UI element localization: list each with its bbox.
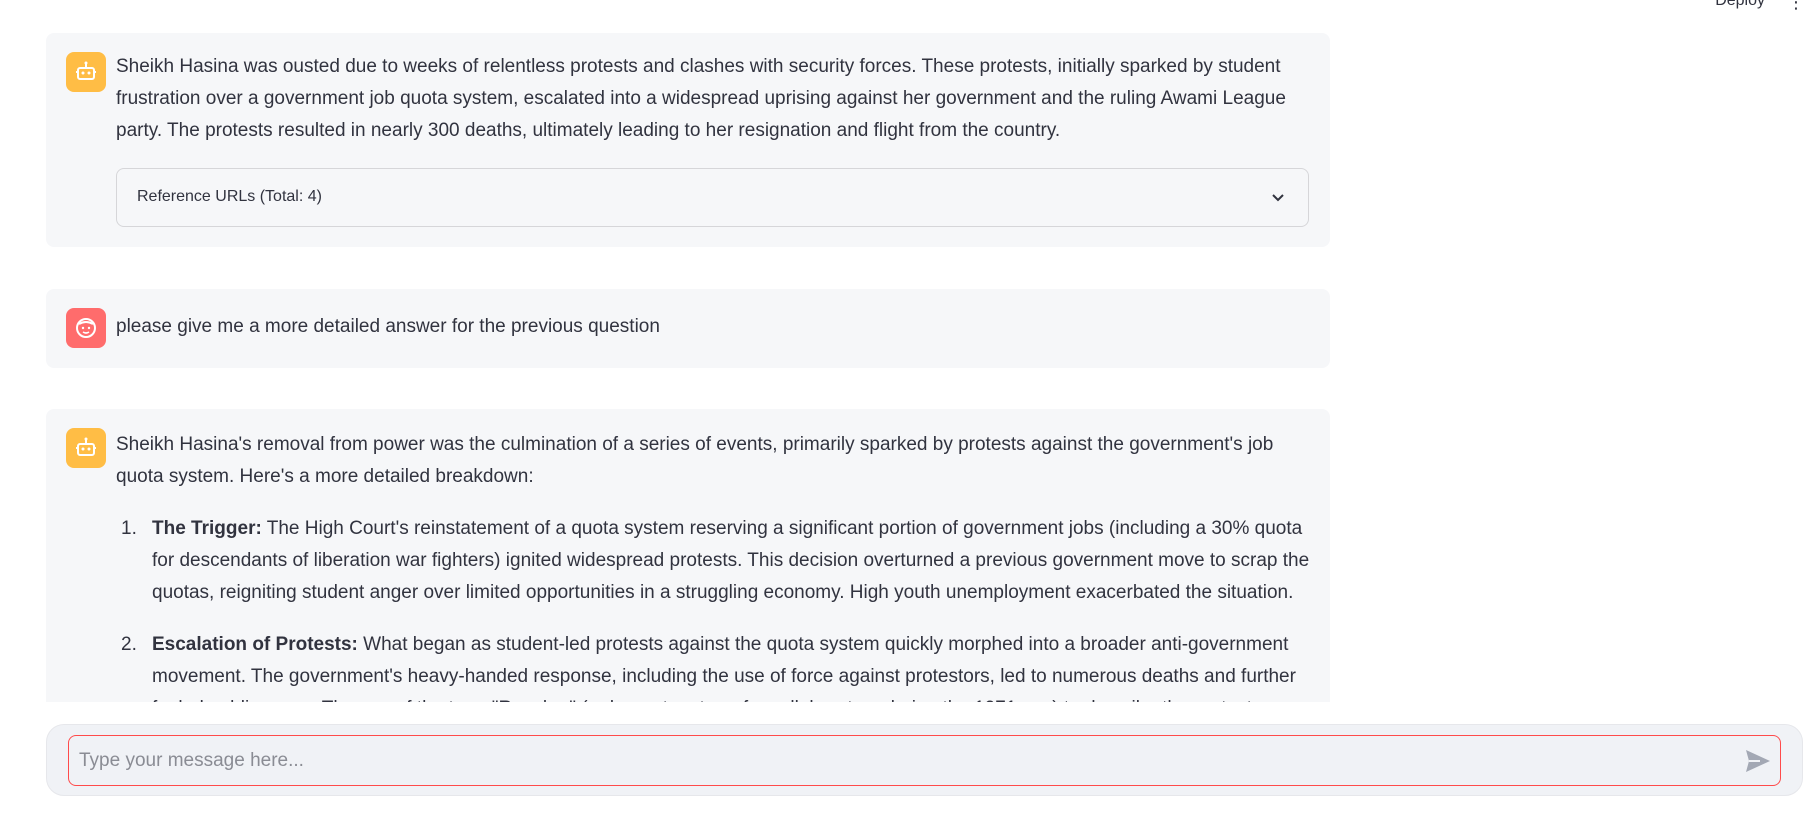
reference-urls-expander[interactable]: Reference URLs (Total: 4): [116, 168, 1309, 227]
list-number: 1.: [121, 518, 137, 539]
user-face-icon: [66, 308, 106, 348]
list-item: 1. The Trigger: The High Court's reinsta…: [116, 513, 1310, 609]
list-item: 2. Escalation of Protests: What began as…: [116, 629, 1310, 702]
assistant-message: Sheikh Hasina's removal from power was t…: [46, 409, 1330, 702]
message-text: please give me a more detailed answer fo…: [116, 316, 660, 337]
message-body: Sheikh Hasina's removal from power was t…: [116, 429, 1310, 702]
robot-icon: [66, 428, 106, 468]
user-message: please give me a more detailed answer fo…: [46, 289, 1330, 368]
breakdown-list: 1. The Trigger: The High Court's reinsta…: [116, 513, 1310, 702]
message-intro: Sheikh Hasina's removal from power was t…: [116, 434, 1274, 487]
list-number: 2.: [121, 634, 137, 655]
list-item-title: Escalation of Protests:: [152, 634, 358, 655]
assistant-message: Sheikh Hasina was ousted due to weeks of…: [46, 33, 1330, 247]
chat-input[interactable]: [68, 735, 1781, 786]
chat-input-container: [46, 724, 1803, 796]
chat-history[interactable]: Sheikh Hasina was ousted due to weeks of…: [0, 0, 1809, 702]
list-item-body: The High Court's reinstatement of a quot…: [152, 518, 1310, 603]
chevron-down-icon: [1270, 189, 1286, 210]
expander-label: Reference URLs (Total: 4): [137, 188, 322, 205]
message-text: Sheikh Hasina was ousted due to weeks of…: [116, 56, 1286, 141]
send-icon[interactable]: [1744, 748, 1772, 774]
list-item-title: The Trigger:: [152, 518, 262, 539]
robot-icon: [66, 52, 106, 92]
